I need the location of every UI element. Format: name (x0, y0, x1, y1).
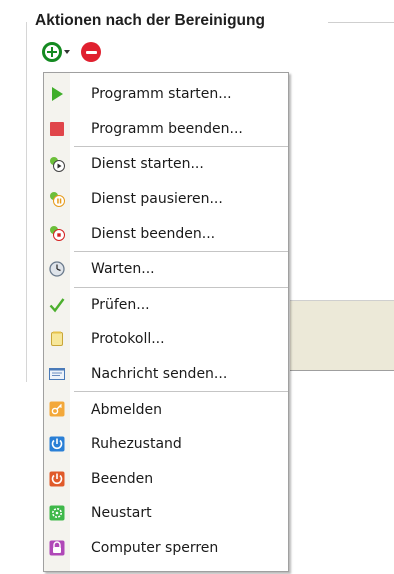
menu-item-label: Abmelden (91, 401, 162, 418)
chevron-down-icon[interactable] (64, 50, 70, 54)
menu-item-label: Ruhezustand (91, 436, 182, 453)
menu-list: Programm starten... Programm beenden... … (44, 77, 288, 565)
menu-item-neustart[interactable]: Neustart (44, 496, 288, 531)
menu-item-dienst-pausieren[interactable]: Dienst pausieren... (44, 182, 288, 217)
menu-item-label: Dienst pausieren... (91, 191, 223, 208)
menu-item-beenden[interactable]: Beenden (44, 462, 288, 497)
play-icon (52, 87, 63, 101)
background-panel (290, 301, 394, 370)
menu-item-label: Nachricht senden... (91, 366, 228, 383)
add-icon[interactable] (42, 42, 62, 62)
menu-item-label: Computer sperren (91, 540, 219, 557)
restart-icon (49, 505, 65, 521)
service-start-icon (50, 157, 65, 173)
menu-item-label: Warten... (91, 261, 155, 278)
menu-item-label: Dienst beenden... (91, 225, 216, 242)
menu-item-label: Protokoll... (91, 331, 165, 348)
checkmark-icon (49, 297, 65, 312)
lock-icon (49, 540, 65, 556)
menu-item-programm-beenden[interactable]: Programm beenden... (44, 112, 288, 147)
menu-item-warten[interactable]: Warten... (44, 252, 288, 287)
clock-icon (49, 261, 65, 277)
menu-item-protokoll[interactable]: Protokoll... (44, 322, 288, 357)
service-pause-icon (50, 191, 65, 207)
menu-item-label: Programm beenden... (91, 120, 243, 137)
menu-item-computer-sperren[interactable]: Computer sperren (44, 531, 288, 566)
menu-item-label: Programm starten... (91, 86, 232, 103)
menu-item-label: Dienst starten... (91, 156, 204, 173)
stop-icon (50, 121, 64, 136)
logoff-icon (49, 401, 65, 417)
message-icon (49, 367, 65, 380)
menu-item-dienst-beenden[interactable]: Dienst beenden... (44, 216, 288, 251)
menu-item-dienst-starten[interactable]: Dienst starten... (44, 147, 288, 182)
log-icon (51, 331, 63, 347)
panel-divider (290, 370, 394, 371)
group-title: Aktionen nach der Bereinigung (35, 12, 265, 29)
group-frame (26, 22, 27, 382)
hibernate-icon (49, 436, 65, 452)
menu-item-label: Beenden (91, 470, 154, 487)
menu-item-abmelden[interactable]: Abmelden (44, 392, 288, 427)
action-menu: Programm starten... Programm beenden... … (43, 72, 289, 572)
menu-item-programm-starten[interactable]: Programm starten... (44, 77, 288, 112)
remove-icon[interactable] (81, 42, 101, 62)
group-divider (328, 22, 394, 23)
menu-item-ruhezustand[interactable]: Ruhezustand (44, 427, 288, 462)
shutdown-icon (49, 471, 65, 487)
menu-item-label: Prüfen... (91, 296, 150, 313)
menu-item-label: Neustart (91, 505, 152, 522)
service-stop-icon (50, 226, 65, 242)
menu-item-pruefen[interactable]: Prüfen... (44, 288, 288, 323)
menu-item-nachricht-senden[interactable]: Nachricht senden... (44, 357, 288, 392)
